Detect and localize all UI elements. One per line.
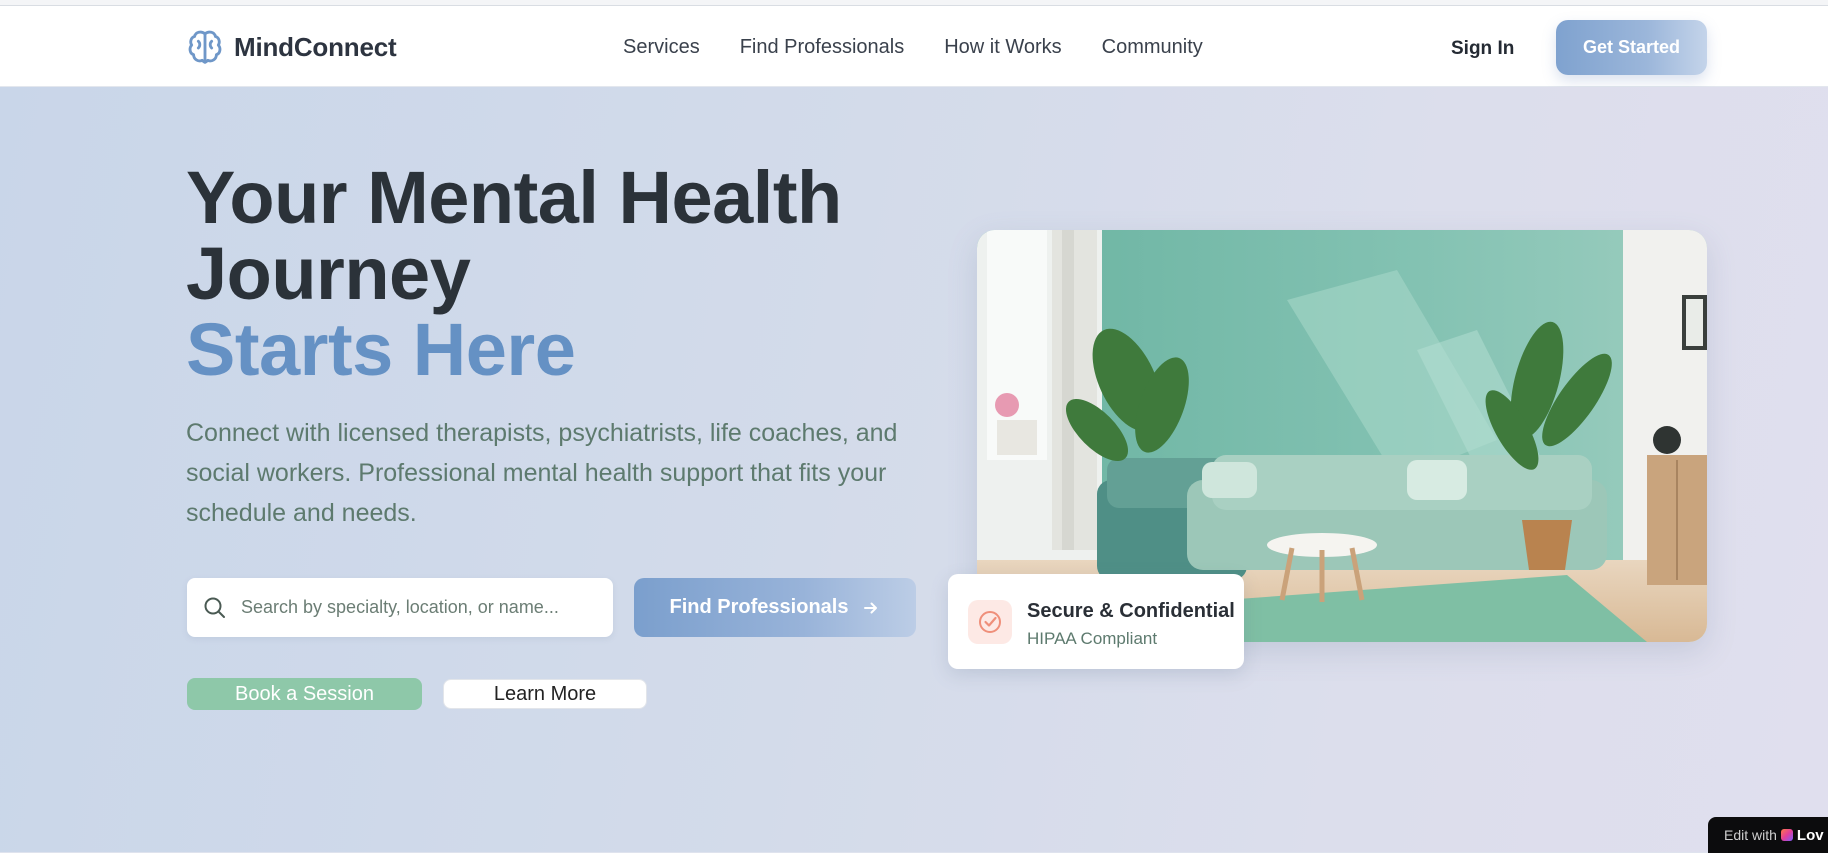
heart-logo-icon <box>1780 829 1793 841</box>
get-started-button[interactable]: Get Started <box>1556 20 1707 75</box>
find-professionals-label: Find Professionals <box>669 596 849 618</box>
hero-title-line-1: Your Mental Health <box>186 156 842 239</box>
hero-title-highlight: Starts Here <box>186 308 576 391</box>
search-input[interactable] <box>239 596 603 619</box>
edit-with-brand: Lov <box>1796 826 1824 844</box>
site-header: MindConnect Services Find Professionals … <box>0 6 1828 87</box>
arrow-right-icon <box>864 602 878 613</box>
learn-more-button[interactable]: Learn More <box>443 679 647 709</box>
edit-with-lovable-badge[interactable]: Edit with Lov <box>1708 817 1828 853</box>
badge-subtitle: HIPAA Compliant <box>1027 629 1158 648</box>
brand-logo[interactable]: MindConnect <box>186 28 397 66</box>
shield-check-icon <box>968 600 1012 644</box>
brain-icon <box>188 30 222 64</box>
security-badge-card: Secure & Confidential HIPAA Compliant <box>948 574 1244 669</box>
hero-title-line-2: Journey <box>186 232 471 315</box>
nav-find-professionals[interactable]: Find Professionals <box>740 36 905 59</box>
badge-title: Secure & Confidential <box>1027 600 1235 622</box>
find-professionals-button[interactable]: Find Professionals <box>634 578 916 637</box>
nav-community[interactable]: Community <box>1102 36 1203 59</box>
main-nav: Services Find Professionals How it Works… <box>623 36 1203 59</box>
sign-in-link[interactable]: Sign In <box>1451 38 1514 60</box>
hero-title: Your Mental Health Journey Starts Here <box>186 160 842 388</box>
search-icon <box>204 597 225 618</box>
edit-with-label: Edit with <box>1724 827 1777 843</box>
nav-services[interactable]: Services <box>623 36 700 59</box>
book-session-button[interactable]: Book a Session <box>187 678 422 710</box>
hero-description: Connect with licensed therapists, psychi… <box>186 419 898 527</box>
search-box <box>187 578 613 637</box>
brand-name: MindConnect <box>234 31 397 62</box>
nav-how-it-works[interactable]: How it Works <box>944 36 1061 59</box>
